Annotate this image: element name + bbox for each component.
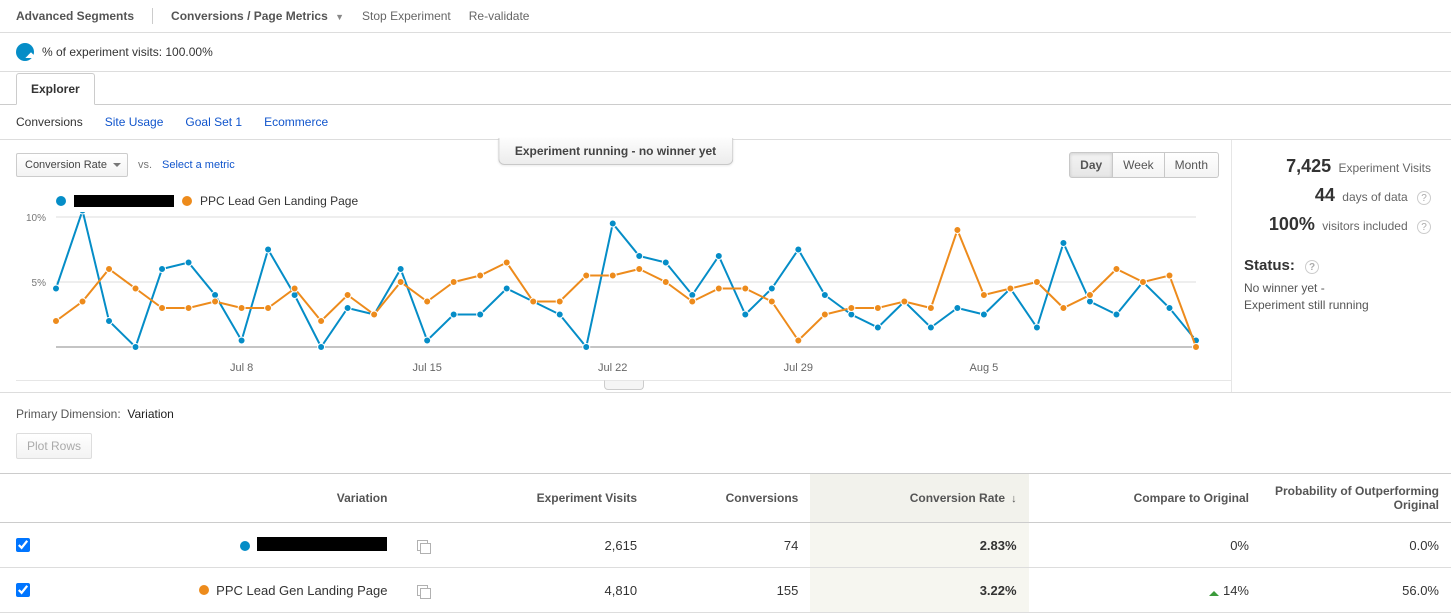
tab-explorer[interactable]: Explorer: [16, 73, 95, 105]
chart-legend: PPC Lead Gen Landing Page: [16, 184, 1231, 212]
plot-rows-button[interactable]: Plot Rows: [16, 433, 92, 459]
x-tick-label: Aug 5: [970, 362, 999, 374]
segment-label: % of experiment visits: 100.00%: [42, 45, 213, 59]
tabs-container: Explorer: [0, 72, 1451, 105]
subtab-site-usage[interactable]: Site Usage: [105, 115, 164, 129]
cell-conversions: 155: [649, 568, 810, 613]
stat-visits: 7,425 Experiment Visits: [1244, 152, 1431, 181]
cell-conversion-rate: 2.83%: [810, 523, 1028, 568]
legend-label-series-a: [74, 195, 174, 207]
stop-experiment-link[interactable]: Stop Experiment: [362, 9, 451, 23]
cell-conversion-rate: 3.22%: [810, 568, 1028, 613]
granularity-day-button[interactable]: Day: [1069, 152, 1113, 178]
grip-icon: [604, 380, 644, 390]
metric-row: Conversion Rate vs. Select a metric Day …: [16, 146, 1231, 184]
cell-compare: 0%: [1029, 523, 1261, 568]
chart-resize-splitter[interactable]: [16, 380, 1231, 392]
subtab-conversions[interactable]: Conversions: [16, 115, 83, 129]
header-conversion-rate[interactable]: Conversion Rate↓: [810, 474, 1028, 523]
toolbar-separator: [152, 8, 153, 24]
date-granularity-group: Day Week Month: [1069, 152, 1219, 178]
cell-visits: 4,810: [441, 568, 649, 613]
up-arrow-icon: [1209, 586, 1219, 596]
stat-included-value: 100%: [1269, 214, 1315, 234]
cell-conversions: 74: [649, 523, 810, 568]
header-compare[interactable]: Compare to Original: [1029, 474, 1261, 523]
x-tick-label: Jul 15: [412, 362, 441, 374]
chart-x-axis: Jul 8 Jul 15 Jul 22 Jul 29 Aug 5: [16, 362, 1231, 380]
x-tick-label: Jul 8: [230, 362, 253, 374]
stat-days-value: 44: [1315, 185, 1335, 205]
subtabs: Conversions Site Usage Goal Set 1 Ecomme…: [0, 105, 1451, 140]
table-header-row: Variation Experiment Visits Conversions …: [0, 474, 1451, 523]
stat-days: 44 days of data ?: [1244, 181, 1431, 210]
top-toolbar: Advanced Segments Conversions / Page Met…: [0, 0, 1451, 33]
chevron-down-icon: ▼: [335, 12, 344, 22]
header-variation[interactable]: Variation: [45, 474, 399, 523]
status-box: Status: ? No winner yet - Experiment sti…: [1244, 239, 1431, 314]
primary-dimension: Primary Dimension: Variation: [0, 393, 1451, 425]
x-tick-label: Jul 22: [598, 362, 627, 374]
subtab-goal-set-1[interactable]: Goal Set 1: [185, 115, 242, 129]
granularity-month-button[interactable]: Month: [1165, 152, 1219, 178]
stat-visits-label: Experiment Visits: [1339, 161, 1431, 175]
revalidate-link[interactable]: Re-validate: [469, 9, 530, 23]
cell-probability: 0.0%: [1261, 523, 1451, 568]
segment-pie-icon: [16, 43, 34, 61]
select-metric-link[interactable]: Select a metric: [162, 159, 235, 171]
status-line2: Experiment still running: [1244, 298, 1369, 312]
subtab-ecommerce[interactable]: Ecommerce: [264, 115, 328, 129]
row-checkbox[interactable]: [16, 538, 30, 552]
help-icon[interactable]: ?: [1305, 260, 1319, 274]
header-conversions[interactable]: Conversions: [649, 474, 810, 523]
external-link-icon[interactable]: [417, 585, 429, 597]
chart-left: Experiment running - no winner yet Conve…: [0, 140, 1231, 392]
cell-compare: 14%: [1029, 568, 1261, 613]
legend-label-series-b: PPC Lead Gen Landing Page: [200, 194, 358, 208]
help-icon[interactable]: ?: [1417, 220, 1431, 234]
header-visits[interactable]: Experiment Visits: [441, 474, 649, 523]
series-dot-icon: [240, 541, 250, 551]
help-icon[interactable]: ?: [1417, 191, 1431, 205]
vs-label: vs.: [138, 159, 152, 171]
line-chart[interactable]: 5% 10%: [16, 212, 1206, 362]
stat-included-label: visitors included: [1322, 219, 1407, 233]
cell-probability: 56.0%: [1261, 568, 1451, 613]
series-dot-icon: [199, 585, 209, 595]
legend-dot-series-a: [56, 196, 66, 206]
stat-visits-value: 7,425: [1286, 156, 1331, 176]
cell-visits: 2,615: [441, 523, 649, 568]
conversions-metrics-dropdown[interactable]: Conversions / Page Metrics ▼: [171, 9, 344, 23]
status-line1: No winner yet -: [1244, 281, 1325, 295]
granularity-week-button[interactable]: Week: [1113, 152, 1164, 178]
stat-included: 100% visitors included ?: [1244, 210, 1431, 239]
table-row[interactable]: 2,615742.83%0%0.0%: [0, 523, 1451, 568]
variations-table: Variation Experiment Visits Conversions …: [0, 473, 1451, 613]
conversions-metrics-label: Conversions / Page Metrics: [171, 9, 328, 23]
chart-area: Experiment running - no winner yet Conve…: [0, 140, 1451, 393]
legend-dot-series-b: [182, 196, 192, 206]
chart-summary: 7,425 Experiment Visits 44 days of data …: [1231, 140, 1451, 392]
sort-down-icon: ↓: [1011, 493, 1017, 505]
header-probability[interactable]: Probability of Outperforming Original: [1261, 474, 1451, 523]
status-heading: Status:: [1244, 257, 1295, 274]
stat-days-label: days of data: [1342, 190, 1407, 204]
x-tick-label: Jul 29: [784, 362, 813, 374]
table-row[interactable]: PPC Lead Gen Landing Page4,8101553.22%14…: [0, 568, 1451, 613]
svg-text:5%: 5%: [32, 278, 47, 289]
primary-dimension-label: Primary Dimension:: [16, 407, 121, 421]
metric-selector[interactable]: Conversion Rate: [16, 153, 128, 177]
advanced-segments-link[interactable]: Advanced Segments: [16, 9, 134, 23]
segment-row: % of experiment visits: 100.00%: [0, 33, 1451, 72]
external-link-icon[interactable]: [417, 540, 429, 552]
row-checkbox[interactable]: [16, 583, 30, 597]
primary-dimension-value[interactable]: Variation: [127, 407, 173, 421]
svg-text:10%: 10%: [26, 213, 46, 224]
